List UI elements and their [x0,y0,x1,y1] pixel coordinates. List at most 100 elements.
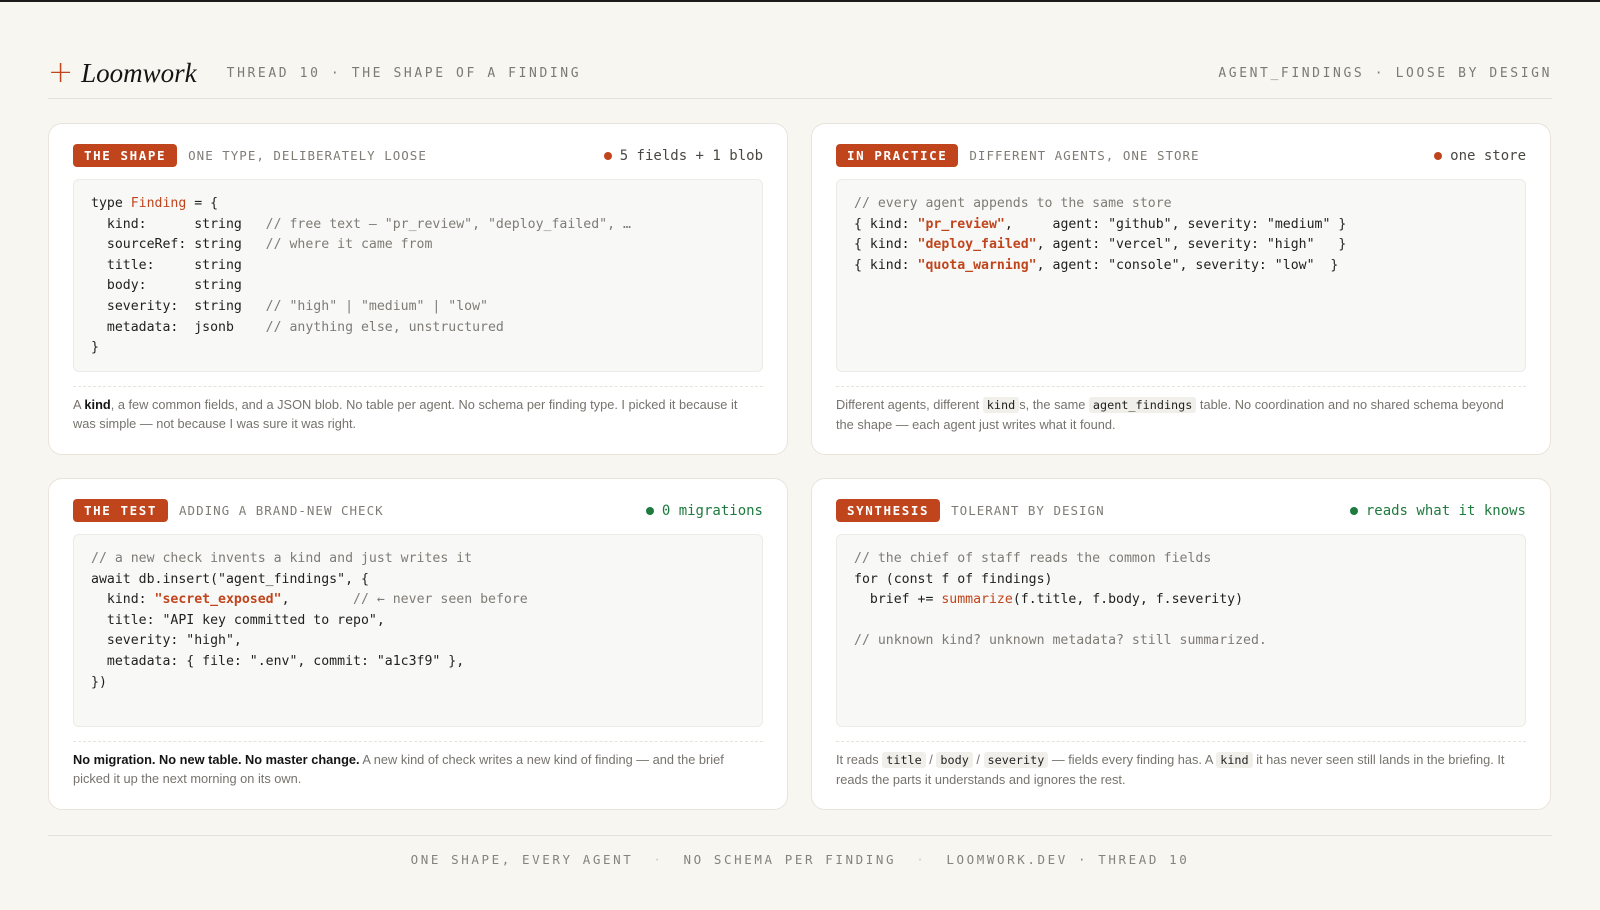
footer-link[interactable]: LOOMWORK.DEV · THREAD 10 [946,852,1189,867]
logo[interactable]: Loomwork [81,58,197,89]
status-label: reads what it knows [1365,502,1526,519]
emphasis: No migration. No new table. No master ch… [73,752,360,767]
code-text: sourceRef: string [91,237,266,253]
card-header: THE SHAPE ONE TYPE, DELIBERATELY LOOSE 5… [73,144,763,167]
desc-text: — fields every finding has. A [1048,752,1217,767]
code-line: } [91,338,745,359]
code-line: // a new check invents a kind and just w… [91,549,745,570]
code-comment: // the chief of staff reads the common f… [854,551,1212,566]
code-text: = { [186,196,219,211]
page-header: + Loomwork THREAD 10 · THE SHAPE OF A FI… [48,48,1552,98]
code-text: type [91,196,131,211]
card-status: one store [1434,148,1526,164]
code-line: kind: "secret_exposed", // ← never seen … [91,590,745,611]
code-line: title: string [91,256,745,277]
inline-code: severity [983,752,1049,768]
card-description: A kind, a few common fields, and a JSON … [73,395,757,433]
status-dot-icon [1434,151,1443,160]
code-highlight: "pr_review" [917,216,1005,232]
code-line: type Finding = { [91,194,745,215]
plus-icon: + [48,55,74,90]
desc-text: A [73,397,85,412]
code-text: , agent: "github", severity: "medium" } [1004,216,1347,232]
code-line: { kind: "pr_review", agent: "github", se… [854,215,1508,236]
code-highlight: "quota_warning" [917,257,1037,273]
inline-code: kind [1216,752,1253,768]
desc-text: Different agents, different [836,397,983,412]
divider [836,741,1526,742]
code-line: severity: string // "high" | "medium" | … [91,297,745,318]
status-dot-icon [1349,506,1358,515]
code-highlight: summarize [941,592,1013,608]
code-text: }) [91,674,107,690]
code-comment: // "high" | "medium" | "low" [265,298,488,314]
desc-text: It reads [836,752,883,767]
header-tagline: AGENT_FINDINGS · LOOSE BY DESIGN [1218,65,1552,81]
card-in-practice: IN PRACTICE DIFFERENT AGENTS, ONE STORE … [811,123,1551,455]
code-text: { kind: [854,257,918,273]
code-text: kind: [91,592,155,608]
code-block: // a new check invents a kind and just w… [73,534,763,727]
divider [73,741,763,742]
code-line: // unknown kind? unknown metadata? still… [854,631,1508,652]
code-comment: // unknown kind? unknown metadata? still… [854,633,1267,649]
code-comment: // anything else, unstructured [265,319,504,335]
inline-code: agent_findings [1088,397,1197,413]
page-footer: ONE SHAPE, EVERY AGENT · NO SCHEMA PER F… [0,852,1600,867]
status-dot-icon [603,151,612,160]
code-line: }) [91,673,745,694]
code-text: title: "API key committed to repo", [91,612,385,628]
card-subtitle: TOLERANT BY DESIGN [951,503,1105,518]
code-line: for (const f of findings) [854,570,1508,591]
status-dot-icon [645,506,654,515]
code-highlight: "deploy_failed" [917,237,1037,253]
card-synthesis: SYNTHESIS TOLERANT BY DESIGN reads what … [811,478,1551,810]
code-text: , agent: "vercel", severity: "high" } [1036,237,1347,253]
code-text: { kind: [854,237,918,253]
code-line: body: string [91,276,745,297]
code-line: title: "API key committed to repo", [91,611,745,632]
code-line: { kind: "deploy_failed", agent: "vercel"… [854,235,1508,256]
code-block: // every agent appends to the same store… [836,179,1526,372]
footer-separator: · [653,852,664,867]
code-highlight: Finding [130,196,187,211]
code-line: { kind: "quota_warning", agent: "console… [854,256,1508,277]
card-tag: SYNTHESIS [836,499,941,522]
code-comment: // where it came from [265,237,433,253]
code-line: metadata: jsonb // anything else, unstru… [91,318,745,339]
card-status: reads what it knows [1349,502,1526,519]
code-text: { kind: [854,216,918,232]
footer-item: ONE SHAPE, EVERY AGENT [410,852,634,867]
code-line: brief += summarize(f.title, f.body, f.se… [854,590,1508,611]
code-text: severity: string [91,298,266,314]
code-text: , agent: "console", severity: "low" } [1036,257,1339,273]
divider [73,386,763,387]
code-text: } [91,340,99,356]
card-status: 5 fields + 1 blob [603,147,763,164]
card-subtitle: DIFFERENT AGENTS, ONE STORE [969,148,1200,163]
card-header: THE TEST ADDING A BRAND-NEW CHECK 0 migr… [73,499,763,522]
divider [836,386,1526,387]
footer-separator: · [916,852,927,867]
code-line: metadata: { file: ".env", commit: "a1c3f… [91,652,745,673]
emphasis: kind [84,397,111,412]
inline-code: kind [982,397,1020,413]
code-text: kind: string [91,216,266,232]
inline-code: title [882,752,926,768]
desc-text: s, the same [1019,397,1089,412]
status-label: 5 fields + 1 blob [619,147,763,164]
code-comment: // ← never seen before [353,592,528,608]
status-label: one store [1450,147,1526,164]
thread-title: THREAD 10 · THE SHAPE OF A FINDING [226,65,582,81]
card-tag: THE SHAPE [73,144,178,167]
code-text: (f.title, f.body, f.severity) [1012,592,1244,608]
code-text: for (const f of findings) [854,571,1053,587]
code-line: severity: "high", [91,631,745,652]
code-line: // the chief of staff reads the common f… [854,549,1508,570]
footer-item: NO SCHEMA PER FINDING [683,852,897,867]
card-subtitle: ONE TYPE, DELIBERATELY LOOSE [188,148,427,163]
card-status: 0 migrations [645,503,763,519]
inline-code: body [936,752,973,768]
desc-text: / [972,752,984,767]
